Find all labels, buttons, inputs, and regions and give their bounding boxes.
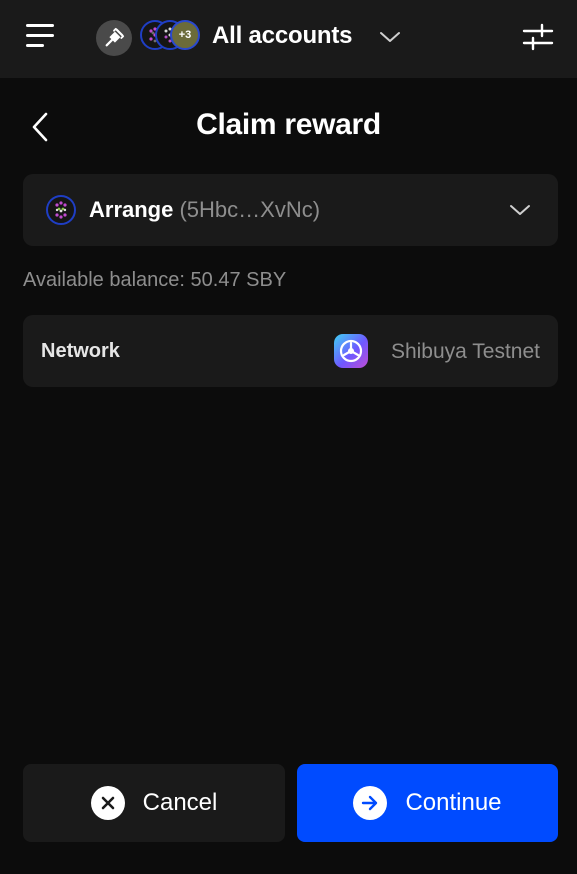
all-accounts-title[interactable]: All accounts: [212, 22, 353, 50]
continue-label: Continue: [405, 789, 502, 816]
plug-icon[interactable]: [96, 20, 132, 56]
arrow-right-icon: [353, 786, 388, 820]
close-icon: [90, 786, 125, 820]
avatar: [46, 195, 76, 225]
shibuya-network-icon: [334, 334, 368, 368]
sliders-icon[interactable]: [522, 22, 556, 54]
page-title: Claim reward: [196, 108, 381, 141]
claim-reward-screen: +3 All accounts Claim reward Arrange (5H…: [0, 0, 577, 874]
available-balance: Available balance: 50.47 SBY: [23, 269, 287, 291]
account-name-row: Arrange (5Hbc…XvNc): [89, 197, 320, 223]
account-selector[interactable]: Arrange (5Hbc…XvNc): [23, 174, 558, 246]
account-name: Arrange: [89, 197, 174, 222]
cancel-label: Cancel: [142, 789, 218, 816]
chevron-down-icon: [508, 200, 532, 220]
network-value: Shibuya Testnet: [390, 340, 540, 363]
cancel-button[interactable]: Cancel: [23, 764, 285, 842]
hamburger-menu-icon[interactable]: [24, 22, 58, 52]
account-address: (5Hbc…XvNc): [179, 197, 321, 222]
network-label: Network: [41, 340, 120, 362]
network-field: Network Shibuya Testnet: [23, 315, 558, 387]
more-accounts-badge: +3: [170, 20, 200, 50]
account-avatars[interactable]: +3: [140, 20, 202, 52]
top-header: +3 All accounts: [0, 0, 577, 78]
chevron-down-icon[interactable]: [378, 27, 402, 47]
continue-button[interactable]: Continue: [297, 764, 558, 842]
